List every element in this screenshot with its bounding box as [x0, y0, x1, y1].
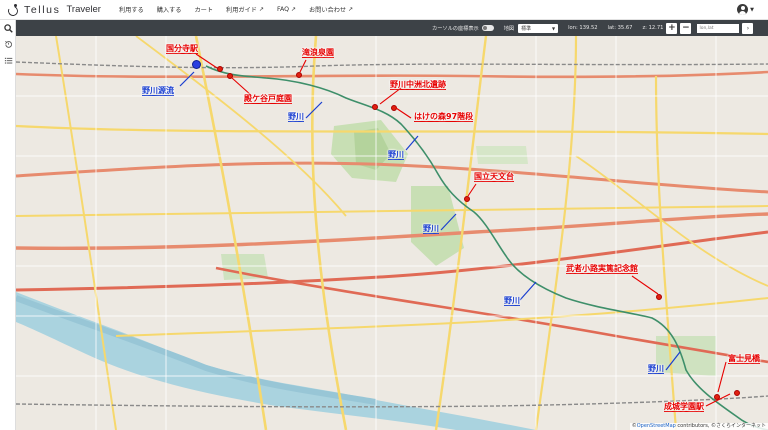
nav-guide-label: 利用ガイド [226, 7, 257, 14]
go-to-coords-button[interactable]: › [742, 22, 754, 34]
river-label: 野川 [423, 224, 439, 234]
tellus-logo-icon [6, 3, 20, 17]
list-icon [4, 57, 12, 64]
place-label: 野川中洲北遺跡 [390, 80, 446, 90]
river-label: 野川 [504, 296, 520, 306]
place-label: 成城学園駅 [664, 402, 704, 412]
attribution-rest: contributors, ©さくらインターネット [675, 423, 766, 429]
nav-guide[interactable]: 利用ガイド ↗ [226, 5, 264, 14]
map-layer-select[interactable]: 標準 ▼ [518, 23, 559, 33]
logo-text: Tellus [24, 3, 61, 16]
map-view[interactable]: 国分寺駅 滝浪泉園 殿ケ谷戸庭園 野川中洲北遺跡 はけの森97階段 国立天文台 … [16, 36, 768, 430]
nav-cart-label: カート [194, 7, 214, 14]
place-label: 国分寺駅 [166, 44, 198, 54]
nav-use[interactable]: 利用する [119, 5, 144, 14]
chevron-down-icon: ▼ [750, 6, 754, 13]
nav-buy[interactable]: 購入する [157, 5, 182, 14]
external-link-icon: ↗ [258, 6, 264, 13]
list-button[interactable] [0, 52, 16, 68]
zoom-readout: z: 12.71 [642, 25, 664, 31]
nav-cart[interactable]: カート [194, 5, 213, 14]
nav-faq-label: FAQ [276, 6, 289, 13]
search-icon [3, 23, 13, 33]
river-label: 野川 [288, 112, 304, 122]
river-label: 野川源流 [142, 86, 174, 96]
nav-faq[interactable]: FAQ ↗ [277, 6, 296, 13]
nav-contact[interactable]: お問い合わせ ↗ [309, 5, 353, 14]
lon-readout: lon: 139.52 [568, 25, 598, 31]
map-layer-value: 標準 [521, 25, 532, 32]
river-label: 野川 [648, 364, 664, 374]
nav-buy-label: 購入する [156, 7, 182, 14]
user-avatar-icon [737, 4, 749, 15]
place-label: 富士見橋 [728, 354, 760, 364]
user-menu[interactable]: ▼ [737, 4, 754, 15]
history-icon [4, 40, 12, 48]
chevron-down-icon: ▼ [552, 25, 556, 31]
place-label: 殿ケ谷戸庭園 [244, 94, 292, 104]
nav-contact-label: お問い合わせ [309, 7, 347, 14]
map-layer-label: 地図 [503, 25, 515, 32]
zoom-in-button[interactable]: + [666, 22, 678, 34]
external-link-icon: ↗ [348, 6, 354, 13]
place-label: はけの森97階段 [414, 112, 474, 122]
app-header: Tellus Traveler 利用する 購入する カート 利用ガイド ↗ FAQ… [0, 0, 768, 20]
history-button[interactable] [0, 36, 16, 52]
place-label: 国立天文台 [474, 172, 514, 182]
lonlat-input[interactable]: lon,lat [697, 23, 740, 33]
cursor-coords-toggle[interactable] [481, 25, 494, 31]
search-button[interactable] [0, 20, 16, 36]
zoom-out-button[interactable]: − [680, 22, 692, 34]
nav-use-label: 利用する [118, 7, 144, 14]
place-label: 武者小路実篤記念館 [566, 264, 638, 274]
side-toolbar [0, 20, 16, 430]
external-link-icon: ↗ [290, 6, 296, 13]
map-attribution: ©OpenStreetMap contributors, ©さくらインターネット [629, 423, 768, 430]
logo-subtitle: Traveler [66, 4, 101, 15]
lat-readout: lat: 35.67 [607, 25, 633, 31]
river-label: 野川 [388, 150, 404, 160]
osm-link[interactable]: OpenStreetMap [637, 423, 676, 429]
place-label: 滝浪泉園 [302, 48, 334, 58]
tellus-logo[interactable]: Tellus Traveler [6, 0, 101, 20]
cursor-coords-label: カーソルの座標表示 [432, 25, 479, 32]
main-nav: 利用する 購入する カート 利用ガイド ↗ FAQ ↗ お問い合わせ ↗ [119, 5, 366, 14]
map-control-bar: カーソルの座標表示 地図 標準 ▼ lon: 139.52 lat: 35.67… [16, 20, 768, 36]
